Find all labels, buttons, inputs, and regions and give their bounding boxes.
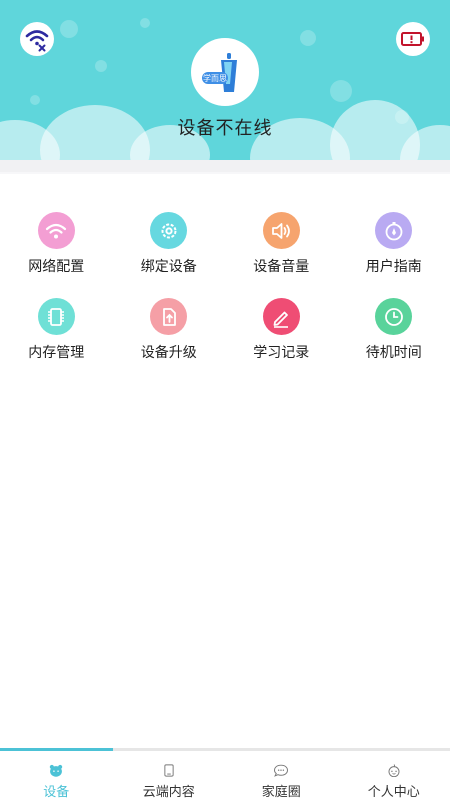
gear-icon [150,212,188,249]
battery-status-button[interactable] [396,22,430,56]
device-avatar[interactable]: 学而思 [191,38,259,106]
memory-management-button[interactable]: 内存管理 [0,298,113,384]
clock-icon [375,298,413,335]
study-record-label: 学习记录 [253,345,310,361]
tablet-icon [164,764,174,777]
device-volume-button[interactable]: 设备音量 [225,212,338,298]
device-status-title: 设备不在线 [177,118,273,139]
wifi-off-icon [25,30,49,52]
bind-device-button[interactable]: 绑定设备 [113,212,226,298]
standby-time-button[interactable]: 待机时间 [338,298,450,384]
profile-icon [388,764,400,777]
pen-icon [262,298,300,335]
standby-time-label: 待机时间 [365,345,422,361]
tab-profile-label: 个人中心 [367,785,420,800]
device-header: 学而思 设备不在线 [0,0,450,172]
chip-icon [37,298,75,335]
device-icon: 学而思 [202,53,237,92]
wifi-icon [37,212,75,249]
battery-low-icon [401,32,424,46]
bind-device-label: 绑定设备 [140,259,197,275]
tab-profile[interactable]: 个人中心 [338,751,450,800]
chat-icon [274,764,289,777]
network-config-button[interactable]: 网络配置 [0,212,113,298]
main-panel: 网络配置 绑定设备 设备音量 用户指南 内存管理 设备升级 学习记录 待机时间 [0,174,450,749]
device-upgrade-label: 设备升级 [140,345,197,361]
speaker-icon [262,212,300,249]
memory-management-label: 内存管理 [28,345,85,361]
avatar-badge-text: 学而思 [203,73,227,83]
user-guide-button[interactable]: 用户指南 [338,212,450,298]
tab-device[interactable]: 设备 [0,751,113,800]
tab-family-label: 家庭圈 [261,785,301,800]
bear-icon [50,764,63,777]
upgrade-icon [150,298,188,335]
device-upgrade-button[interactable]: 设备升级 [113,298,226,384]
tab-cloud-content[interactable]: 云端内容 [113,751,226,800]
tab-cloud-content-label: 云端内容 [142,785,195,800]
grid-row-2: 内存管理 设备升级 学习记录 待机时间 [0,298,450,384]
device-volume-label: 设备音量 [253,259,310,275]
wifi-status-button[interactable] [20,22,54,56]
tab-device-label: 设备 [43,785,70,800]
feature-grid: 网络配置 绑定设备 设备音量 用户指南 内存管理 设备升级 学习记录 待机时间 [0,212,450,384]
tab-family[interactable]: 家庭圈 [225,751,338,800]
network-config-label: 网络配置 [28,259,85,275]
compass-icon [375,212,413,249]
bottom-tab-bar: 设备 云端内容 家庭圈 个人中心 [0,751,450,800]
grid-row-1: 网络配置 绑定设备 设备音量 用户指南 [0,212,450,298]
user-guide-label: 用户指南 [365,259,422,275]
study-record-button[interactable]: 学习记录 [225,298,338,384]
